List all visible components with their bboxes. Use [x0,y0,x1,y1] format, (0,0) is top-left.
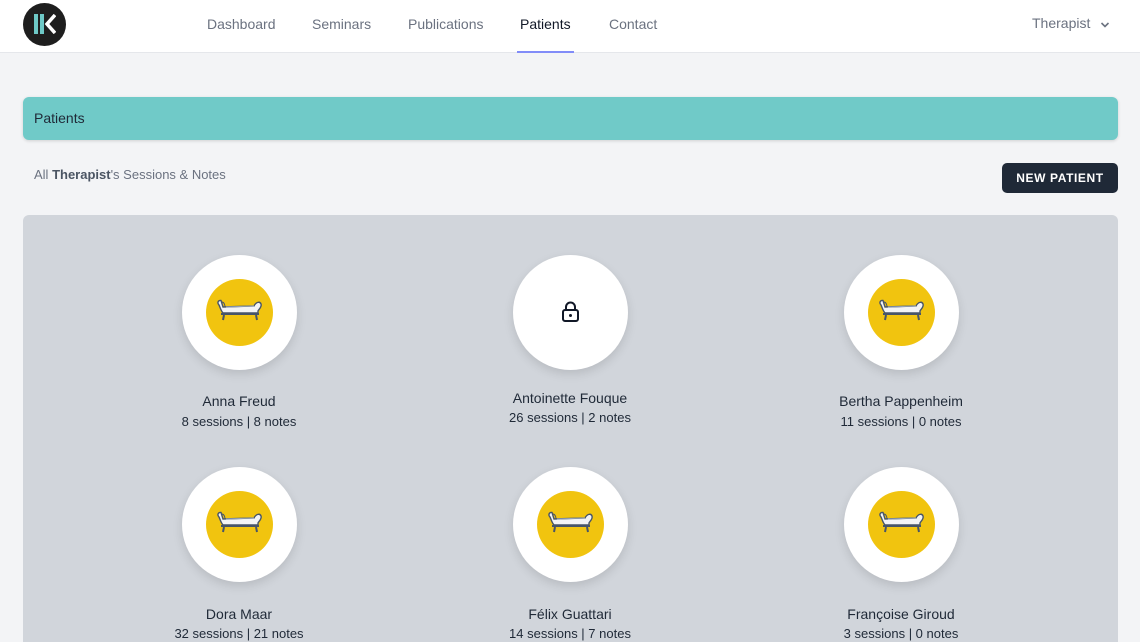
couch-icon [216,299,263,321]
page-header-banner: Patients [23,97,1118,140]
subtitle-suffix: 's Sessions & Notes [110,167,226,182]
patient-stats: 8 sessions | 8 notes [181,414,297,429]
nav-patients[interactable]: Patients [517,0,574,53]
top-navigation-bar: Dashboard Seminars Publications Patients… [0,0,1140,53]
new-patient-button[interactable]: NEW PATIENT [1002,163,1118,193]
patient-name[interactable]: Bertha Pappenheim [791,393,1011,409]
patient-stats: 32 sessions | 21 notes [174,626,304,641]
patient-name[interactable]: Françoise Giroud [791,606,1011,622]
avatar-badge [206,491,273,558]
patient-avatar[interactable] [513,467,628,582]
patient-stats: 3 sessions | 0 notes [843,626,959,641]
avatar-badge [868,279,935,346]
chevron-down-icon [1101,22,1110,28]
nav-publications[interactable]: Publications [408,0,484,53]
avatar-badge [868,491,935,558]
user-menu-dropdown[interactable]: Therapist [1032,0,1110,48]
subtitle-prefix: All [34,167,53,182]
patient-name[interactable]: Antoinette Fouque [460,390,680,406]
nav-contact[interactable]: Contact [609,0,657,53]
user-menu-label: Therapist [1032,15,1091,31]
patient-name[interactable]: Dora Maar [129,606,349,622]
nav-dashboard[interactable]: Dashboard [207,0,276,53]
patient-stats: 14 sessions | 7 notes [509,626,631,641]
patient-avatar[interactable] [844,255,959,370]
patient-avatar[interactable] [182,467,297,582]
couch-icon [547,511,594,533]
page-title: Patients [34,110,85,126]
main-nav: Dashboard Seminars Publications Patients… [0,0,1140,53]
couch-icon [878,299,925,321]
couch-icon [878,511,925,533]
nav-seminars[interactable]: Seminars [312,0,371,53]
patient-stats: 11 sessions | 0 notes [840,414,962,429]
subtitle-user: Therapist [52,167,111,182]
patient-avatar[interactable] [182,255,297,370]
patient-avatar[interactable] [844,467,959,582]
avatar-badge [206,279,273,346]
couch-icon [216,511,263,533]
lock-icon [562,301,579,322]
avatar-badge [537,491,604,558]
page-subtitle: All Therapist's Sessions & Notes [34,167,226,182]
patient-avatar[interactable] [513,255,628,370]
patient-name[interactable]: Anna Freud [129,393,349,409]
patient-stats: 26 sessions | 2 notes [509,410,631,425]
patient-name[interactable]: Félix Guattari [460,606,680,622]
